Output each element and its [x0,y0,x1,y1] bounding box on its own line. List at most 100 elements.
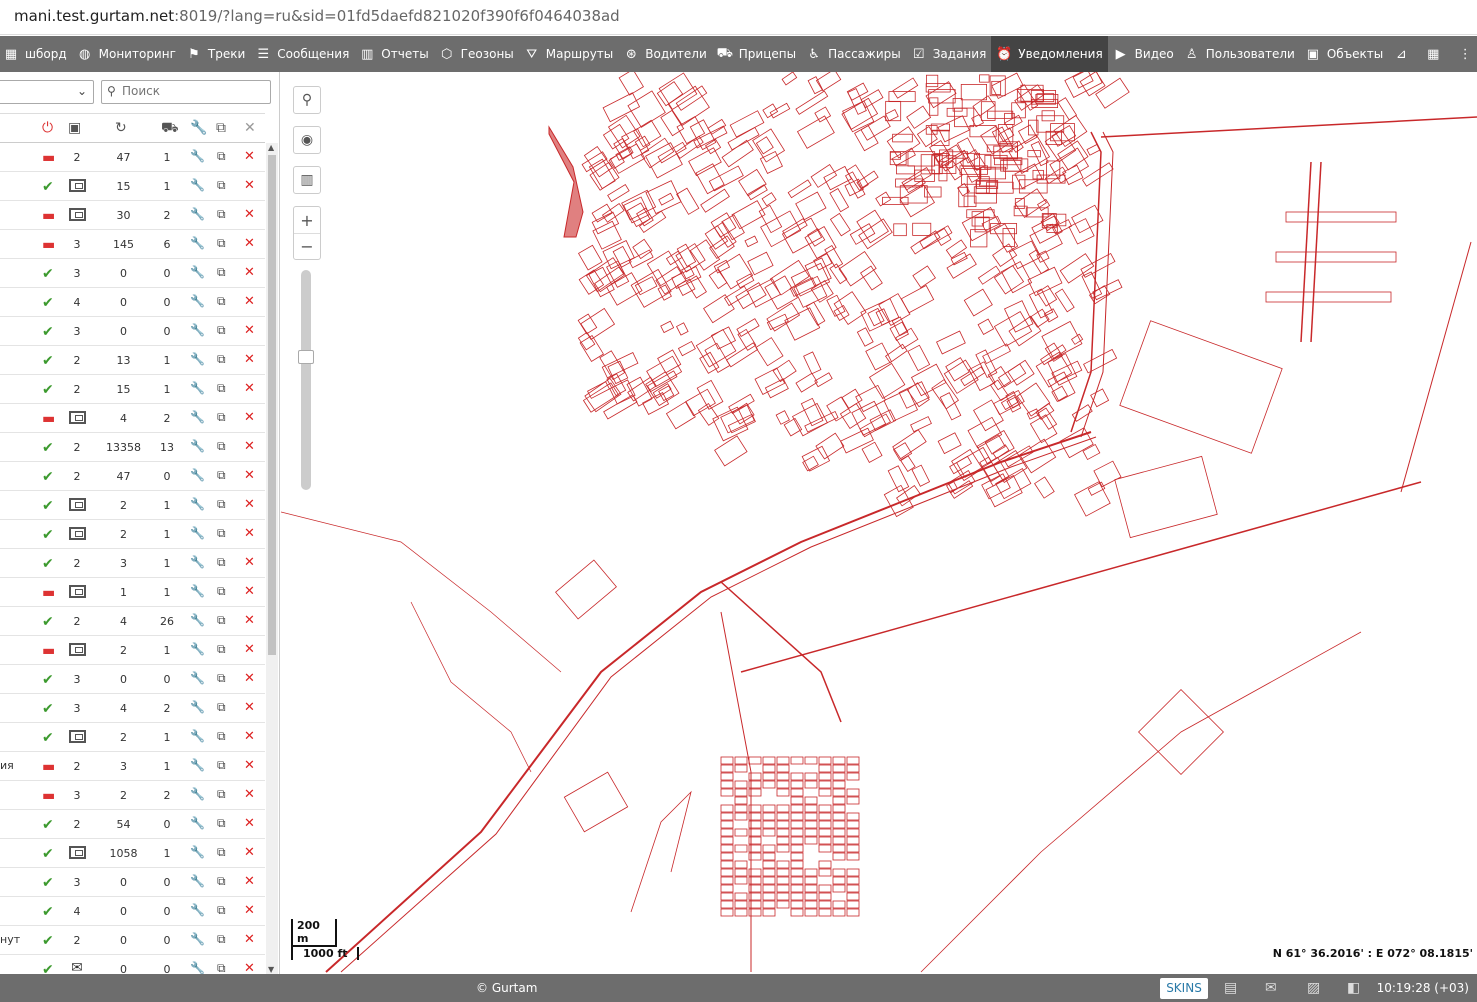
enabled-check-icon[interactable]: ✔ [42,353,54,369]
enabled-check-icon[interactable]: ✔ [42,469,54,485]
nav-item-2[interactable]: ⚑ Треки [181,36,250,72]
zoom-in-button[interactable]: + [294,207,320,233]
table-row[interactable]: ✔ 15 1 🔧 ⧉ ✕ [0,172,265,201]
copy-icon[interactable]: ⧉ [217,903,226,918]
copy-icon[interactable]: ⧉ [217,700,226,715]
table-row[interactable]: ✔ 2 13 1 🔧 ⧉ ✕ [0,346,265,375]
table-row[interactable]: ✔ 3 4 2 🔧 ⧉ ✕ [0,694,265,723]
apps-grid-icon[interactable]: ▦ [1420,36,1452,72]
copy-icon[interactable]: ⧉ [217,555,226,570]
wrench-icon[interactable]: 🔧 [190,758,205,772]
copy-icon[interactable]: ⧉ [217,236,226,251]
wrench-icon[interactable]: 🔧 [190,468,205,482]
copy-icon[interactable]: ⧉ [217,613,226,628]
wrench-icon[interactable]: 🔧 [190,642,205,656]
wrench-icon[interactable]: 🔧 [190,381,205,395]
delete-icon[interactable]: ✕ [244,816,255,831]
scroll-up-icon[interactable]: ▲ [268,143,274,152]
copy-icon[interactable]: ⧉ [217,178,226,193]
zoom-slider[interactable] [298,270,314,490]
delete-icon[interactable]: ✕ [244,584,255,599]
delete-icon[interactable]: ✕ [244,497,255,512]
table-row[interactable]: ▬ 3 145 6 🔧 ⧉ ✕ [0,230,265,259]
ruler-icon[interactable]: ⊿ [1388,36,1420,72]
delete-icon[interactable]: ✕ [244,932,255,947]
table-row[interactable]: ✔ 2 1 🔧 ⧉ ✕ [0,723,265,752]
delete-icon[interactable]: ✕ [244,961,255,974]
copy-icon[interactable]: ⧉ [217,497,226,512]
table-row[interactable]: ✔ 2 47 0 🔧 ⧉ ✕ [0,462,265,491]
wrench-icon[interactable]: 🔧 [190,410,205,424]
delete-icon[interactable]: ✕ [244,439,255,454]
wrench-icon[interactable]: 🔧 [190,613,205,627]
enabled-check-icon[interactable]: ✔ [42,672,54,688]
map-search-button[interactable]: ⚲ [293,86,321,114]
table-row[interactable]: ✔ 2 1 🔧 ⧉ ✕ [0,491,265,520]
enabled-check-icon[interactable]: ✔ [42,498,54,514]
delete-icon[interactable]: ✕ [244,700,255,715]
enabled-check-icon[interactable]: ✔ [42,730,54,746]
wrench-icon[interactable]: 🔧 [190,265,205,279]
wrench-icon[interactable]: 🔧 [190,961,205,974]
delete-icon[interactable]: ✕ [244,294,255,309]
copy-icon[interactable]: ⧉ [217,323,226,338]
wrench-icon[interactable]: 🔧 [190,236,205,250]
nav-item-7[interactable]: ⊛ Водители [618,36,712,72]
copy-icon[interactable]: ⧉ [217,729,226,744]
delete-icon[interactable]: ✕ [244,178,255,193]
wrench-icon[interactable]: 🔧 [190,323,205,337]
enabled-check-icon[interactable]: ✔ [42,701,54,717]
delete-icon[interactable]: ✕ [244,671,255,686]
wrench-icon[interactable]: 🔧 [190,149,205,163]
disabled-dash-icon[interactable]: ▬ [42,411,55,427]
map-visibility-button[interactable]: ◉ [293,126,321,154]
nav-item-3[interactable]: ☰ Сообщения [250,36,354,72]
skins-button[interactable]: SKINS [1160,978,1208,999]
layout-icon[interactable]: ◧ [1347,980,1360,996]
table-row[interactable]: ▬ 1 1 🔧 ⧉ ✕ [0,578,265,607]
table-row[interactable]: ✔ 2 13358 13 🔧 ⧉ ✕ [0,433,265,462]
table-row[interactable]: ✔ 4 0 0 🔧 ⧉ ✕ [0,897,265,926]
enabled-check-icon[interactable]: ✔ [42,440,54,456]
nav-item-14[interactable]: ▣ Объекты [1300,36,1388,72]
wrench-icon[interactable]: 🔧 [190,700,205,714]
disabled-dash-icon[interactable]: ▬ [42,788,55,804]
nav-item-12[interactable]: ▶ Видео [1108,36,1179,72]
delete-icon[interactable]: ✕ [244,265,255,280]
wrench-icon[interactable]: 🔧 [190,178,205,192]
table-row[interactable]: ▬ 30 2 🔧 ⧉ ✕ [0,201,265,230]
table-row[interactable]: ✔ 3 0 0 🔧 ⧉ ✕ [0,317,265,346]
zoom-out-button[interactable]: − [294,233,320,259]
wrench-icon[interactable]: 🔧 [190,671,205,685]
enabled-check-icon[interactable]: ✔ [42,179,54,195]
enabled-check-icon[interactable]: ✔ [42,817,54,833]
power-icon[interactable]: ⏻ [42,120,53,136]
delete-icon[interactable]: ✕ [244,323,255,338]
copy-icon[interactable]: ⧉ [217,961,226,974]
copy-icon[interactable]: ⧉ [217,294,226,309]
zoom-slider-handle[interactable] [298,350,314,364]
table-row[interactable]: ✔ 3 0 0 🔧 ⧉ ✕ [0,259,265,288]
messages-icon[interactable]: ▤ [1224,980,1237,996]
disabled-dash-icon[interactable]: ▬ [42,759,55,775]
disabled-dash-icon[interactable]: ▬ [42,643,55,659]
scroll-down-icon[interactable]: ▼ [268,965,274,974]
table-row[interactable]: нут ✔ 2 0 0 🔧 ⧉ ✕ [0,926,265,955]
copy-icon[interactable]: ⧉ [217,787,226,802]
map-layers-button[interactable]: ▥ [293,166,321,194]
enabled-check-icon[interactable]: ✔ [42,295,54,311]
enabled-check-icon[interactable]: ✔ [42,933,54,949]
browser-address-bar[interactable]: mani.test.gurtam.net:8019/?lang=ru&sid=0… [0,0,1477,35]
copy-header-icon[interactable]: ⧉ [216,120,226,136]
enabled-check-icon[interactable]: ✔ [42,382,54,398]
image-icon[interactable]: ▨ [1307,980,1320,996]
delete-icon[interactable]: ✕ [244,874,255,889]
map-view[interactable]: ⚲ ◉ ▥ + − 200 m 1000 ft N 61° 36.2016' :… [281,72,1477,974]
copy-icon[interactable]: ⧉ [217,410,226,425]
wrench-icon[interactable]: 🔧 [190,845,205,859]
wrench-icon[interactable]: 🔧 [190,874,205,888]
delete-icon[interactable]: ✕ [244,787,255,802]
delete-icon[interactable]: ✕ [244,381,255,396]
delete-icon[interactable]: ✕ [244,845,255,860]
wrench-icon[interactable]: 🔧 [190,729,205,743]
